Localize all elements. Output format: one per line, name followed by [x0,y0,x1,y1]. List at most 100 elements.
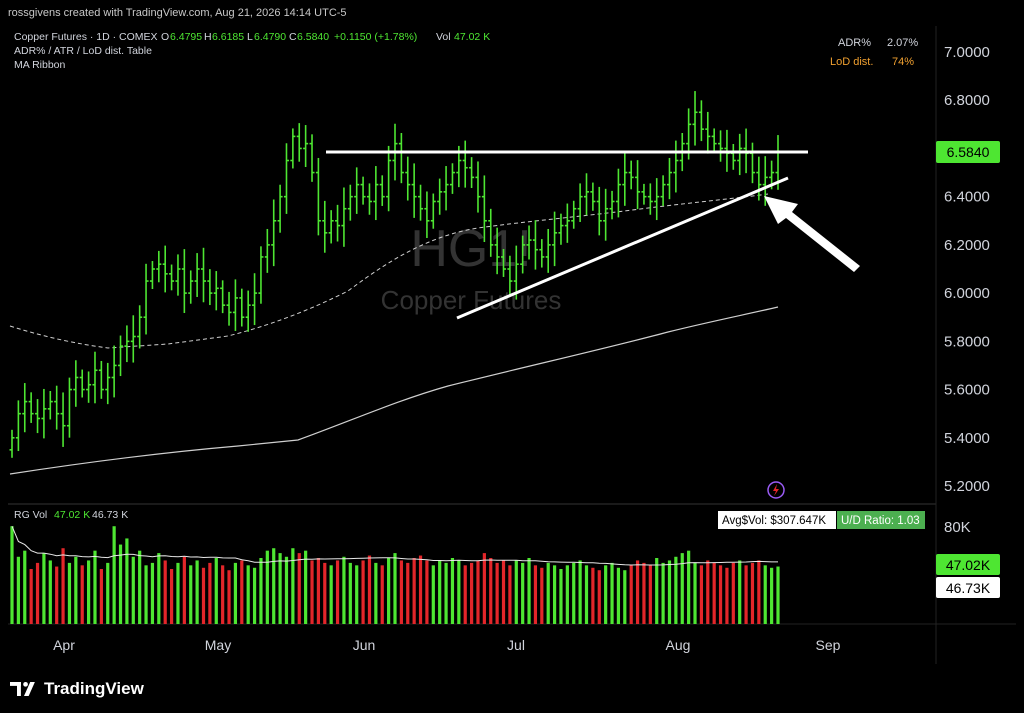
volume-bar[interactable] [291,548,295,624]
volume-bar[interactable] [144,565,148,624]
ohlc-bar[interactable] [354,167,360,214]
ohlc-bar[interactable] [673,140,679,193]
ohlc-bar[interactable] [169,264,175,291]
price-chart[interactable]: HG1! Copper Futures 7.00006.80006.60006.… [8,26,1016,664]
volume-bar[interactable] [635,560,640,624]
volume-bar[interactable] [731,562,735,624]
volume-legend[interactable]: RG Vol 47.02 K 46.73 K [14,509,128,521]
volume-bar[interactable] [125,538,129,624]
volume-bar[interactable] [259,558,263,624]
volume-bar[interactable] [718,565,723,624]
volume-bar[interactable] [521,562,525,624]
ohlc-bar[interactable] [258,246,264,304]
ohlc-bar[interactable] [118,335,124,377]
volume-bar[interactable] [738,560,742,624]
ohlc-bar[interactable] [296,123,302,162]
ohlc-bar[interactable] [539,239,545,268]
ohlc-bar[interactable] [143,263,149,335]
volume-bar[interactable] [597,570,601,624]
ohlc-bar[interactable] [641,183,647,205]
ohlc-bar[interactable] [615,168,621,218]
volume-bar[interactable] [304,550,308,624]
volume-bar[interactable] [80,565,84,624]
volume-bar[interactable] [118,544,123,624]
volume-bar[interactable] [316,558,320,624]
ohlc-bar[interactable] [622,151,628,206]
volume-bar[interactable] [29,569,33,624]
ohlc-bar[interactable] [386,145,392,212]
ohlc-bar[interactable] [360,176,366,205]
ohlc-bar[interactable] [175,254,181,296]
arrow-annotation[interactable] [764,196,860,272]
volume-bar[interactable] [221,565,225,624]
symbol-legend[interactable]: Copper Futures · 1D · COMEX O 6.4795 H 6… [14,31,490,71]
ohlc-bar[interactable] [245,290,251,332]
volume-bar[interactable] [610,562,614,624]
ohlc-bar[interactable] [290,128,296,169]
ohlc-bar[interactable] [596,186,602,236]
volume-bar[interactable] [131,556,135,624]
volume-bar[interactable] [412,558,416,624]
volume-bar[interactable] [418,555,423,624]
ohlc-bar[interactable] [730,143,736,170]
volume-bar[interactable] [157,553,161,624]
volume-bar[interactable] [106,562,110,624]
volume-bar[interactable] [323,562,327,624]
volume-bar[interactable] [169,569,174,624]
ohlc-bar[interactable] [398,133,404,184]
ohlc-bar[interactable] [335,204,341,242]
ohlc-bar[interactable] [545,228,551,273]
ohlc-bar[interactable] [86,371,92,403]
volume-bar[interactable] [87,560,91,624]
volume-bar[interactable] [457,560,461,624]
volume-bar[interactable] [546,562,550,624]
volume-bar[interactable] [227,570,231,624]
volume-bar[interactable] [552,565,557,624]
ohlc-bar[interactable] [181,249,187,314]
legend-indicator-table[interactable]: ADR% / ATR / LoD dist. Table [14,45,152,57]
volume-bar[interactable] [757,560,761,624]
volume-bar[interactable] [776,566,780,624]
volume-bar[interactable] [393,553,397,624]
volume-bar[interactable] [514,560,518,624]
volume-bar[interactable] [10,526,14,624]
ohlc-bar[interactable] [226,291,232,326]
ohlc-bar[interactable] [35,399,41,434]
volume-bar[interactable] [501,560,506,624]
volume-bar[interactable] [706,560,710,624]
ohlc-bar[interactable] [603,188,609,241]
volume-bar[interactable] [482,553,486,624]
volume-bar[interactable] [67,562,72,624]
volume-bar[interactable] [750,562,755,624]
ohlc-bar[interactable] [303,125,309,168]
volume-bar[interactable] [725,567,729,624]
ohlc-bar[interactable] [66,377,72,438]
ohlc-bar[interactable] [532,220,538,270]
time-axis[interactable]: Apr May Jun Jul Aug Sep [53,637,841,653]
volume-bar[interactable] [438,560,442,624]
volume-bar[interactable] [48,560,52,624]
volume-bar[interactable] [201,567,206,624]
ohlc-bar[interactable] [328,210,334,244]
ohlc-bar[interactable] [264,228,270,273]
volume-bar[interactable] [112,526,116,624]
volume-bar[interactable] [655,558,659,624]
volume-bar[interactable] [470,562,474,624]
volume-bar[interactable] [329,565,333,624]
volume-bar[interactable] [240,560,244,624]
volume-bar[interactable] [648,565,652,624]
ohlc-bar[interactable] [322,200,328,253]
volume-bar[interactable] [584,565,589,624]
ohlc-bar[interactable] [124,325,130,363]
ohlc-bar[interactable] [418,184,424,221]
ohlc-bar[interactable] [718,130,724,162]
ohlc-bar[interactable] [271,199,277,267]
volume-bar[interactable] [42,553,46,624]
ohlc-bar[interactable] [149,261,155,290]
ohlc-bar[interactable] [564,203,570,243]
volume-bar[interactable] [23,550,27,624]
volume-bar[interactable] [661,562,665,624]
volume-bar[interactable] [425,560,429,624]
volume-bar[interactable] [195,560,199,624]
ohlc-bar[interactable] [207,269,213,306]
